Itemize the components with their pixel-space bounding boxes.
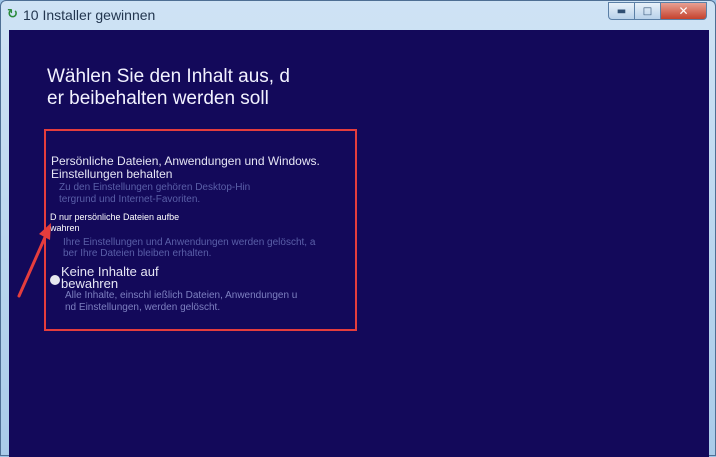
option-keep-files-description: Ihre Einstellungen und Anwendungen werde… bbox=[63, 237, 348, 259]
installer-window: ↻ 10 Installer gewinnen ▬ □ ✕ Wählen Sie… bbox=[0, 0, 716, 457]
minimize-button[interactable]: ▬ bbox=[608, 2, 635, 20]
option-keep-all-description-line-1: Zu den Einstellungen gehören Desktop-Hin bbox=[59, 182, 251, 193]
radio-button-icon[interactable] bbox=[50, 275, 60, 285]
maximize-button[interactable]: □ bbox=[635, 2, 661, 20]
window-title: 10 Installer gewinnen bbox=[23, 7, 156, 23]
title-bar[interactable]: ↻ 10 Installer gewinnen ▬ □ ✕ bbox=[1, 1, 715, 29]
option-keep-files-label-line-2: wahren bbox=[50, 223, 80, 233]
window-controls: ▬ □ ✕ bbox=[608, 2, 707, 20]
option-keep-all-description-line-2: tergrund und Internet-Favoriten. bbox=[59, 194, 201, 205]
option-keep-files-label-line-1: D nur persönliche Dateien aufbe bbox=[50, 212, 180, 222]
option-keep-files-description-line-1: Ihre Einstellungen und Anwendungen werde… bbox=[63, 237, 316, 248]
option-keep-all-label[interactable]: Persönliche Dateien, Anwendungen und Win… bbox=[51, 155, 351, 181]
installer-icon: ↻ bbox=[7, 7, 18, 22]
option-keep-all-description: Zu den Einstellungen gehören Desktop-Hin… bbox=[59, 182, 349, 206]
option-keep-files-label[interactable]: D nur persönliche Dateien aufbe wahren bbox=[50, 212, 250, 234]
option-keep-all-label-line-2: Einstellungen behalten bbox=[51, 167, 173, 181]
option-keep-nothing-label-line-2: bewahren bbox=[61, 276, 119, 291]
page-title-line-2: er beibehalten werden soll bbox=[47, 88, 269, 109]
close-button[interactable]: ✕ bbox=[661, 2, 707, 20]
option-keep-nothing-description: Alle Inhalte, einschl ießlich Dateien, A… bbox=[65, 290, 350, 314]
option-keep-nothing-label[interactable]: Keine Inhalte auf bewahren bbox=[61, 265, 261, 291]
red-arrow-shaft bbox=[17, 233, 48, 298]
option-keep-nothing-description-line-1: Alle Inhalte, einschl ießlich Dateien, A… bbox=[65, 290, 298, 301]
page-title-line-1: Wählen Sie den Inhalt aus, d bbox=[47, 66, 290, 87]
page-title: Wählen Sie den Inhalt aus, d er beibehal… bbox=[47, 66, 377, 110]
content-area: Wählen Sie den Inhalt aus, d er beibehal… bbox=[9, 30, 709, 457]
option-keep-files-description-line-2: ber Ihre Dateien bleiben erhalten. bbox=[63, 248, 212, 259]
option-keep-nothing-description-line-2: nd Einstellungen, werden gelöscht. bbox=[65, 302, 221, 313]
